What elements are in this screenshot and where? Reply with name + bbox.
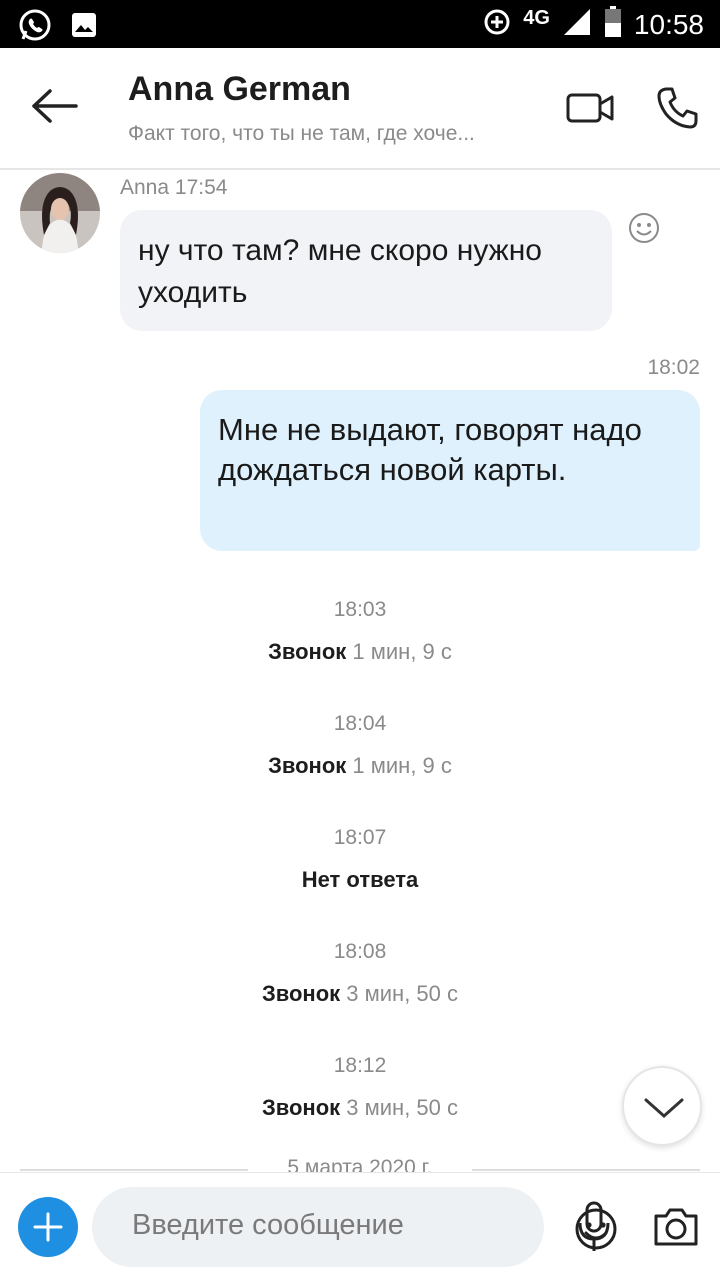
- arrow-left-icon: [32, 89, 78, 123]
- whatsapp-icon: [18, 8, 52, 47]
- smiley-icon: [629, 213, 659, 243]
- video-call-button[interactable]: [566, 92, 614, 124]
- microphone-icon: [578, 1201, 610, 1251]
- call-event: 18:03 Звонок 1 мин, 9 с: [0, 596, 720, 666]
- plus-icon: [33, 1212, 63, 1242]
- message-time: 18:02: [647, 356, 700, 379]
- battery-icon: [604, 6, 622, 43]
- call-event-type: Звонок: [268, 639, 347, 664]
- call-event-time: 18:04: [333, 712, 387, 735]
- call-event-duration: 1 мин, 9 с: [352, 753, 452, 778]
- scroll-to-bottom-button[interactable]: [622, 1066, 702, 1146]
- chevron-down-icon: [644, 1098, 684, 1119]
- video-camera-icon: [566, 93, 614, 123]
- call-event: 18:08 Звонок 3 мин, 50 с: [0, 938, 720, 1008]
- camera-icon: [654, 1208, 698, 1246]
- message-text: Мне не выдают, говорят надо дождаться но…: [218, 412, 642, 487]
- data-saver-icon: [483, 8, 511, 41]
- chat-header: Anna German Факт того, что ты не там, гд…: [0, 48, 720, 170]
- call-event: 18:07 Нет ответа: [0, 824, 720, 894]
- add-attachment-button[interactable]: [18, 1197, 78, 1257]
- call-event-duration: 1 мин, 9 с: [352, 639, 452, 664]
- status-bar: 4G 10:58: [0, 0, 720, 48]
- message-input[interactable]: Введите сообщение: [92, 1187, 617, 1267]
- sender-name: Anna: [120, 176, 170, 199]
- network-type: 4G: [523, 7, 550, 29]
- contact-name[interactable]: Anna German: [128, 70, 351, 109]
- call-event: 18:04 Звонок 1 мин, 9 с: [0, 710, 720, 780]
- phone-icon: [657, 87, 698, 129]
- message-meta: Anna 17:54: [120, 176, 227, 200]
- avatar[interactable]: [20, 173, 100, 253]
- call-event-time: 18:03: [333, 598, 387, 621]
- divider: [472, 1169, 700, 1171]
- call-event-type: Звонок: [261, 981, 341, 1006]
- call-event: 18:12 Звонок 3 мин, 50 с: [0, 1052, 720, 1122]
- signal-icon: [562, 7, 592, 42]
- contact-status-message: Факт того, что ты не там, где хоче...: [128, 122, 475, 145]
- incoming-message-bubble[interactable]: ну что там? мне скоро нужно уходить: [120, 210, 612, 331]
- call-event-type: Нет ответа: [301, 867, 419, 892]
- message-input-placeholder: Введите сообщение: [132, 1209, 404, 1241]
- date-separator: 5 марта 2020 г.: [0, 1150, 720, 1172]
- image-icon: [70, 11, 98, 44]
- call-event-time: 18:12: [333, 1054, 387, 1077]
- camera-button[interactable]: [652, 1207, 700, 1247]
- call-event-time: 18:07: [333, 826, 387, 849]
- call-event-type: Звонок: [268, 753, 347, 778]
- add-reaction-button[interactable]: [628, 212, 660, 244]
- status-time: 10:58: [633, 8, 704, 40]
- call-event-type: Звонок: [261, 1095, 341, 1120]
- voice-message-button[interactable]: [576, 1201, 612, 1253]
- audio-call-button[interactable]: [656, 86, 698, 130]
- outgoing-message-bubble[interactable]: Мне не выдают, говорят надо дождаться но…: [200, 390, 700, 551]
- call-event-time: 18:08: [333, 940, 387, 963]
- call-event-duration: 3 мин, 50 с: [346, 981, 459, 1006]
- back-button[interactable]: [30, 84, 82, 128]
- message-composer: Введите сообщение: [0, 1172, 720, 1280]
- call-event-duration: 3 мин, 50 с: [346, 1095, 459, 1120]
- message-text: ну что там? мне скоро нужно уходить: [138, 234, 542, 309]
- message-time: 17:54: [174, 176, 228, 199]
